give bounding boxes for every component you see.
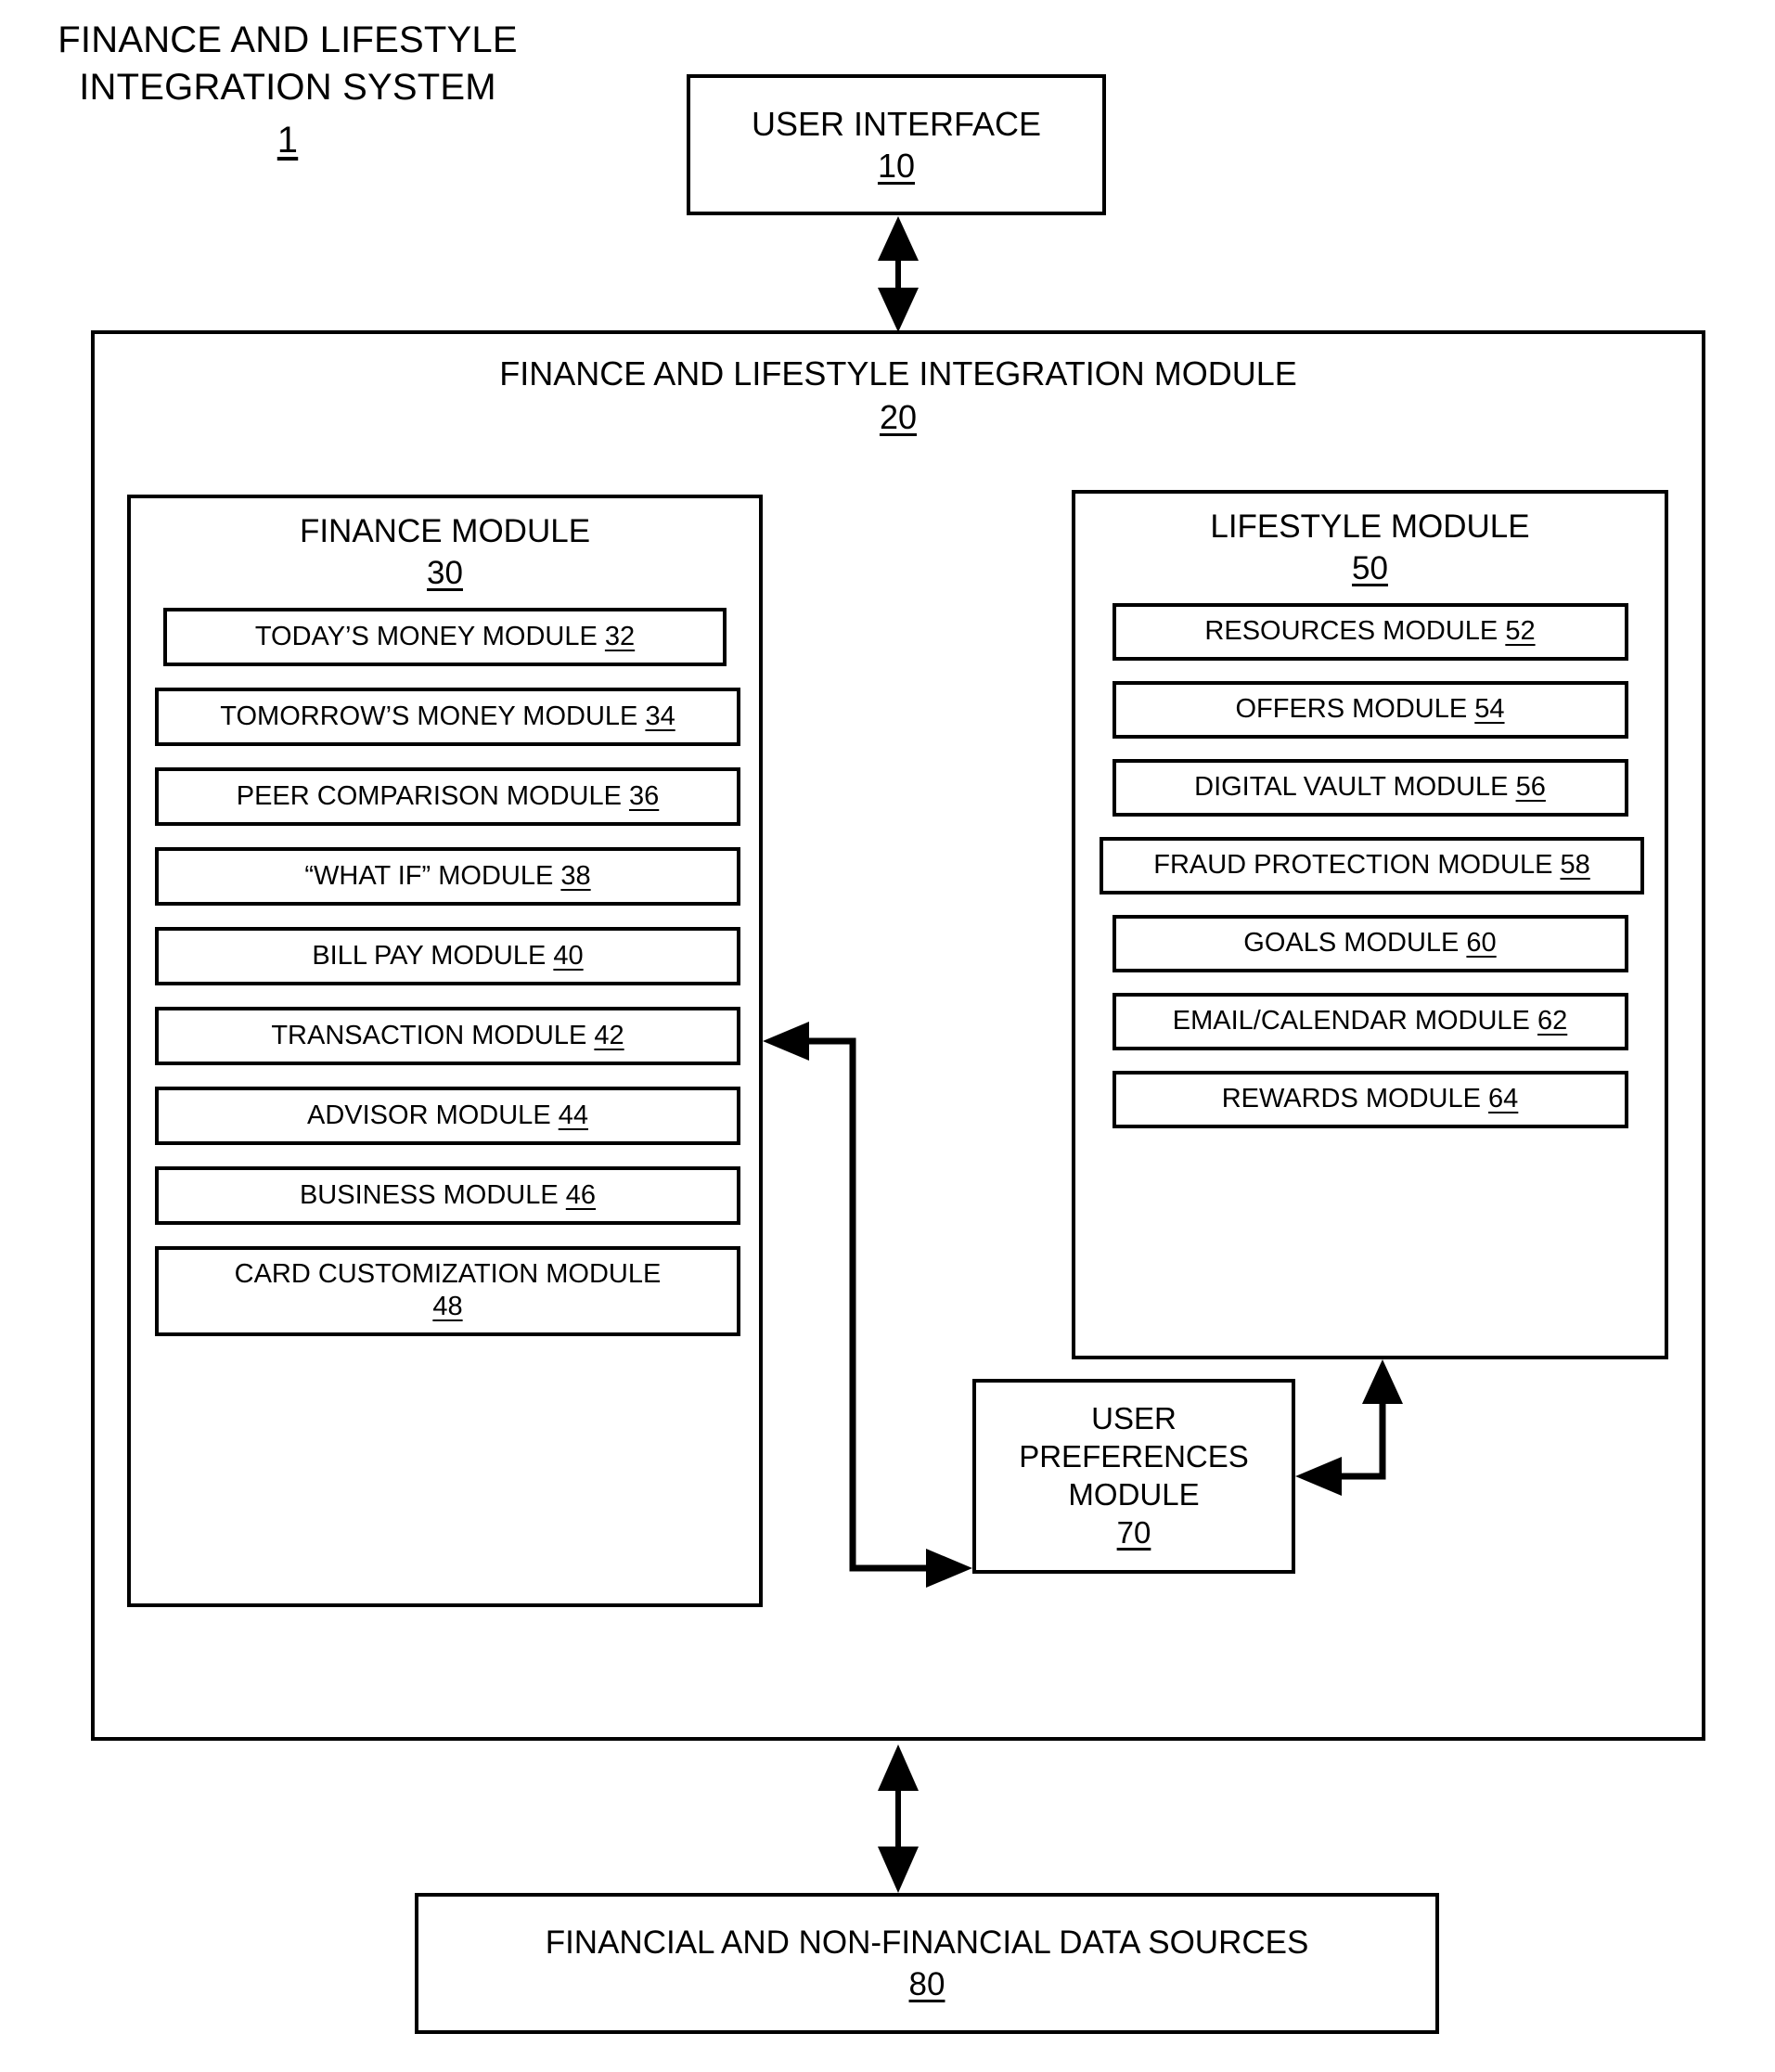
finance-submodule-list: TODAY’S MONEY MODULE 32 TOMORROW’S MONEY…	[155, 607, 740, 1336]
submodule-label: PEER COMPARISON MODULE	[236, 780, 622, 811]
finance-submodule-advisor[interactable]: ADVISOR MODULE 44	[155, 1086, 740, 1145]
user-preferences-ref: 70	[1116, 1514, 1151, 1550]
integration-module-label: FINANCE AND LIFESTYLE INTEGRATION MODULE	[499, 354, 1297, 393]
submodule-label: BUSINESS MODULE	[299, 1179, 559, 1210]
submodule-ref: 44	[558, 1100, 588, 1130]
lifestyle-module-label: LIFESTYLE MODULE	[1210, 508, 1530, 545]
lifestyle-submodule-fraud-protection[interactable]: FRAUD PROTECTION MODULE 58	[1100, 836, 1644, 894]
lifestyle-submodule-email-calendar[interactable]: EMAIL/CALENDAR MODULE 62	[1112, 992, 1628, 1050]
user-preferences-module-box: USER PREFERENCES MODULE 70	[972, 1379, 1295, 1574]
submodule-ref: 54	[1474, 694, 1505, 725]
data-sources-ref: 80	[908, 1966, 945, 2002]
figure-title-ref: 1	[277, 120, 299, 161]
submodule-ref: 38	[560, 860, 591, 891]
submodule-label: BILL PAY MODULE	[312, 940, 547, 971]
finance-submodule-transaction[interactable]: TRANSACTION MODULE 42	[155, 1006, 740, 1065]
data-sources-box: FINANCIAL AND NON-FINANCIAL DATA SOURCES…	[415, 1893, 1439, 2034]
lifestyle-module-heading: LIFESTYLE MODULE 50	[1100, 507, 1640, 590]
finance-module-heading: FINANCE MODULE 30	[155, 511, 735, 595]
submodule-ref: 40	[553, 940, 584, 971]
lifestyle-module-ref: 50	[1352, 549, 1388, 586]
submodule-ref: 34	[645, 701, 675, 731]
submodule-label: FRAUD PROTECTION MODULE	[1153, 850, 1553, 881]
finance-submodule-todays-money[interactable]: TODAY’S MONEY MODULE 32	[163, 607, 727, 666]
finance-module-label: FINANCE MODULE	[299, 513, 591, 549]
lifestyle-submodule-rewards[interactable]: REWARDS MODULE 64	[1112, 1070, 1628, 1128]
finance-submodule-card-customization[interactable]: CARD CUSTOMIZATION MODULE 48	[155, 1245, 740, 1336]
submodule-label: DIGITAL VAULT MODULE	[1194, 772, 1509, 803]
figure-title-line1: FINANCE AND LIFESTYLE	[58, 19, 518, 60]
user-preferences-line1: USER	[1091, 1401, 1177, 1436]
user-interface-ref: 10	[877, 147, 916, 185]
lifestyle-submodule-digital-vault[interactable]: DIGITAL VAULT MODULE 56	[1112, 758, 1628, 817]
finance-submodule-bill-pay[interactable]: BILL PAY MODULE 40	[155, 926, 740, 985]
submodule-label: CARD CUSTOMIZATION MODULE	[234, 1258, 662, 1289]
user-interface-label: USER INTERFACE	[751, 105, 1042, 143]
submodule-ref: 56	[1515, 772, 1546, 803]
integration-module-ref: 20	[879, 397, 918, 436]
submodule-ref: 32	[604, 621, 636, 651]
submodule-ref: 48	[432, 1292, 463, 1322]
submodule-label: EMAIL/CALENDAR MODULE	[1172, 1006, 1530, 1036]
submodule-label: OFFERS MODULE	[1235, 694, 1468, 725]
submodule-label: TODAY’S MONEY MODULE	[254, 621, 598, 651]
submodule-label: “WHAT IF” MODULE	[304, 860, 554, 891]
lifestyle-submodule-offers[interactable]: OFFERS MODULE 54	[1112, 680, 1628, 739]
lifestyle-submodule-goals[interactable]: GOALS MODULE 60	[1112, 914, 1628, 972]
submodule-label: REWARDS MODULE	[1221, 1084, 1481, 1114]
submodule-label: TRANSACTION MODULE	[271, 1020, 587, 1050]
connector-ui-to-integration-module	[878, 216, 919, 332]
finance-submodule-tomorrows-money[interactable]: TOMORROW’S MONEY MODULE 34	[155, 687, 740, 746]
submodule-ref: 58	[1560, 850, 1590, 881]
finance-submodule-what-if[interactable]: “WHAT IF” MODULE 38	[155, 846, 740, 906]
submodule-label: RESOURCES MODULE	[1204, 616, 1498, 647]
submodule-label: GOALS MODULE	[1243, 928, 1460, 959]
submodule-ref: 62	[1537, 1006, 1568, 1036]
finance-module-box: FINANCE MODULE 30 TODAY’S MONEY MODULE 3…	[127, 495, 763, 1607]
submodule-label: ADVISOR MODULE	[307, 1100, 551, 1130]
submodule-ref: 46	[565, 1179, 597, 1210]
user-preferences-line2: PREFERENCES	[1019, 1439, 1249, 1474]
connector-integration-module-to-data-sources	[878, 1744, 919, 1893]
finance-module-ref: 30	[427, 554, 463, 591]
lifestyle-submodule-list: RESOURCES MODULE 52 OFFERS MODULE 54 DIG…	[1100, 602, 1644, 1128]
user-preferences-line3: MODULE	[1068, 1477, 1200, 1512]
finance-submodule-peer-comparison[interactable]: PEER COMPARISON MODULE 36	[155, 766, 740, 826]
user-interface-box: USER INTERFACE 10	[687, 74, 1106, 215]
submodule-ref: 60	[1466, 928, 1497, 959]
submodule-ref: 42	[594, 1020, 624, 1050]
submodule-ref: 52	[1505, 616, 1536, 647]
figure-title: FINANCE AND LIFESTYLE INTEGRATION SYSTEM…	[19, 17, 557, 165]
submodule-ref: 36	[629, 780, 660, 811]
data-sources-label: FINANCIAL AND NON-FINANCIAL DATA SOURCES	[545, 1924, 1309, 1961]
figure-title-line2: INTEGRATION SYSTEM	[79, 67, 496, 109]
finance-submodule-business[interactable]: BUSINESS MODULE 46	[155, 1165, 740, 1225]
lifestyle-module-box: LIFESTYLE MODULE 50 RESOURCES MODULE 52 …	[1072, 490, 1668, 1359]
submodule-ref: 64	[1488, 1084, 1519, 1114]
lifestyle-submodule-resources[interactable]: RESOURCES MODULE 52	[1112, 602, 1628, 661]
submodule-label: TOMORROW’S MONEY MODULE	[220, 701, 638, 731]
integration-module-heading: FINANCE AND LIFESTYLE INTEGRATION MODULE…	[95, 353, 1702, 440]
